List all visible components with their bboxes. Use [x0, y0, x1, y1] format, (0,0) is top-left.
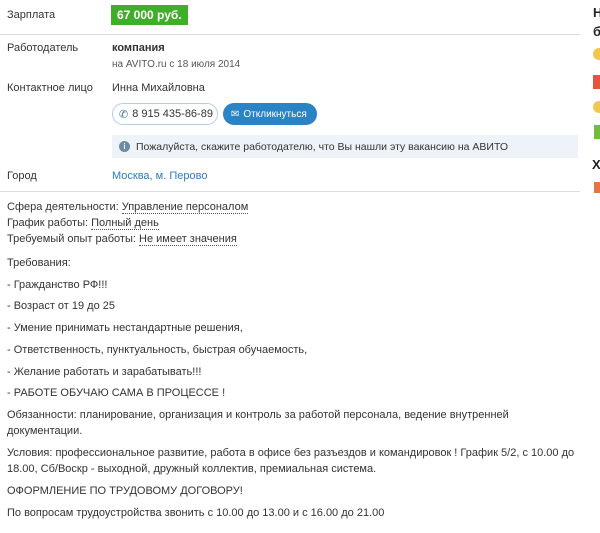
call-hours: По вопросам трудоустройства звонить с 10… [7, 507, 385, 519]
schedule-label: График работы: [7, 217, 89, 229]
divider [0, 191, 580, 192]
requirement-item: - РАБОТЕ ОБУЧАЮ САМА В ПРОЦЕССЕ ! [7, 387, 226, 399]
experience-label: Требуемый опыт работы: [7, 233, 136, 245]
duties-line: документации. [7, 425, 83, 437]
phone-button[interactable]: ✆ 8 915 435-86-89 [112, 103, 218, 125]
conditions-line: 18.00, Сб/Воскр - выходной, дружный колл… [7, 463, 377, 475]
requirement-item: - Умение принимать нестандартные решения… [7, 322, 243, 334]
sidebar-fragment-text: б [593, 24, 600, 39]
requirement-item: - Ответственность, пунктуальность, быстр… [7, 344, 308, 356]
salary-badge: 67 000 руб. [111, 5, 188, 25]
sidebar-fragment-text: Х [592, 157, 600, 172]
city-link[interactable]: Москва, м. Перово [112, 170, 207, 182]
hint-box: i Пожалуйста, скажите работодателю, что … [112, 135, 578, 158]
sphere-row: Сфера деятельности: Управление персонало… [7, 201, 249, 214]
requirement-item: - Возраст от 19 до 25 [7, 300, 116, 312]
sphere-value: Управление персоналом [121, 201, 249, 214]
schedule-row: График работы: Полный день [7, 217, 159, 230]
schedule-value: Полный день [91, 217, 159, 230]
employer-label: Работодатель [7, 42, 79, 54]
sidebar-arrow-icon [594, 125, 600, 139]
respond-label: Откликнуться [243, 108, 307, 120]
duties-line: Обязанности: планирование, организация и… [7, 409, 509, 421]
city-label: Город [7, 170, 37, 182]
info-icon: i [119, 141, 130, 152]
salary-label: Зарплата [7, 9, 56, 21]
requirements-title: Требования: [7, 257, 71, 269]
conditions-line: Условия: профессиональное развитие, рабо… [7, 447, 575, 459]
experience-value: Не имеет значения [139, 233, 237, 246]
sidebar-flag-icon [593, 75, 600, 89]
experience-row: Требуемый опыт работы: Не имеет значения [7, 233, 237, 246]
sidebar-fragment-text: Н [593, 5, 600, 20]
contact-label: Контактное лицо [7, 82, 93, 94]
divider [0, 34, 580, 35]
respond-button[interactable]: ✉ Откликнуться [223, 103, 317, 125]
sidebar-badge-icon [593, 101, 600, 113]
requirement-item: - Гражданство РФ!!! [7, 279, 108, 291]
employer-since: на AVITO.ru с 18 июля 2014 [112, 59, 241, 70]
envelope-icon: ✉ [231, 108, 240, 120]
sidebar-badge-icon [593, 48, 600, 60]
employer-name: компания [112, 42, 165, 54]
phone-number: 8 915 435-86-89 [132, 108, 213, 120]
contract-note: ОФОРМЛЕНИЕ ПО ТРУДОВОМУ ДОГОВОРУ! [7, 485, 243, 497]
requirement-item: - Желание работать и зарабатывать!!! [7, 366, 202, 378]
sidebar-thumb-icon [594, 182, 600, 193]
contact-name: Инна Михайловна [112, 82, 205, 94]
hint-text: Пожалуйста, скажите работодателю, что Вы… [136, 140, 509, 153]
sphere-label: Сфера деятельности: [7, 201, 119, 213]
phone-icon: ✆ [119, 108, 129, 121]
